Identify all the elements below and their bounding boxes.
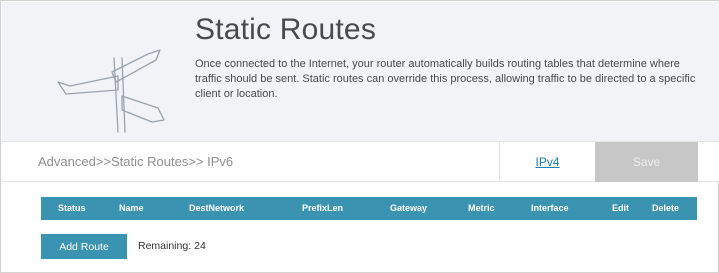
signpost-icon bbox=[57, 49, 165, 133]
column-header-status: Status bbox=[58, 203, 86, 213]
column-header-metric: Metric bbox=[468, 203, 495, 213]
save-button[interactable]: Save bbox=[595, 142, 698, 182]
add-route-button[interactable]: Add Route bbox=[41, 234, 127, 259]
column-header-edit: Edit bbox=[612, 203, 629, 213]
remaining-label: Remaining: bbox=[138, 240, 192, 252]
column-header-dest-network: DestNetwork bbox=[189, 203, 245, 213]
page-description: Once connected to the Internet, your rou… bbox=[195, 58, 696, 100]
routes-table-header: Status Name DestNetwork PrefixLen Gatewa… bbox=[41, 197, 697, 220]
breadcrumb: Advanced>>Static Routes>> IPv6 bbox=[38, 154, 234, 169]
nav-row: Advanced>>Static Routes>> IPv6 IPv4 Save bbox=[2, 142, 719, 182]
ipv4-tab: IPv4 bbox=[499, 142, 595, 182]
column-header-name: Name bbox=[119, 203, 144, 213]
column-header-gateway: Gateway bbox=[390, 203, 428, 213]
page-frame: Static Routes Once connected to the Inte… bbox=[0, 0, 719, 273]
page-header-banner: Static Routes Once connected to the Inte… bbox=[2, 2, 719, 142]
remaining-value: 24 bbox=[194, 240, 206, 252]
page-title: Static Routes bbox=[195, 13, 377, 46]
remaining-count: Remaining: 24 bbox=[138, 240, 209, 252]
column-header-delete: Delete bbox=[652, 203, 680, 213]
column-header-interface: Interface bbox=[531, 203, 569, 213]
ipv4-link[interactable]: IPv4 bbox=[535, 155, 559, 169]
column-header-prefix-len: PrefixLen bbox=[302, 203, 344, 213]
